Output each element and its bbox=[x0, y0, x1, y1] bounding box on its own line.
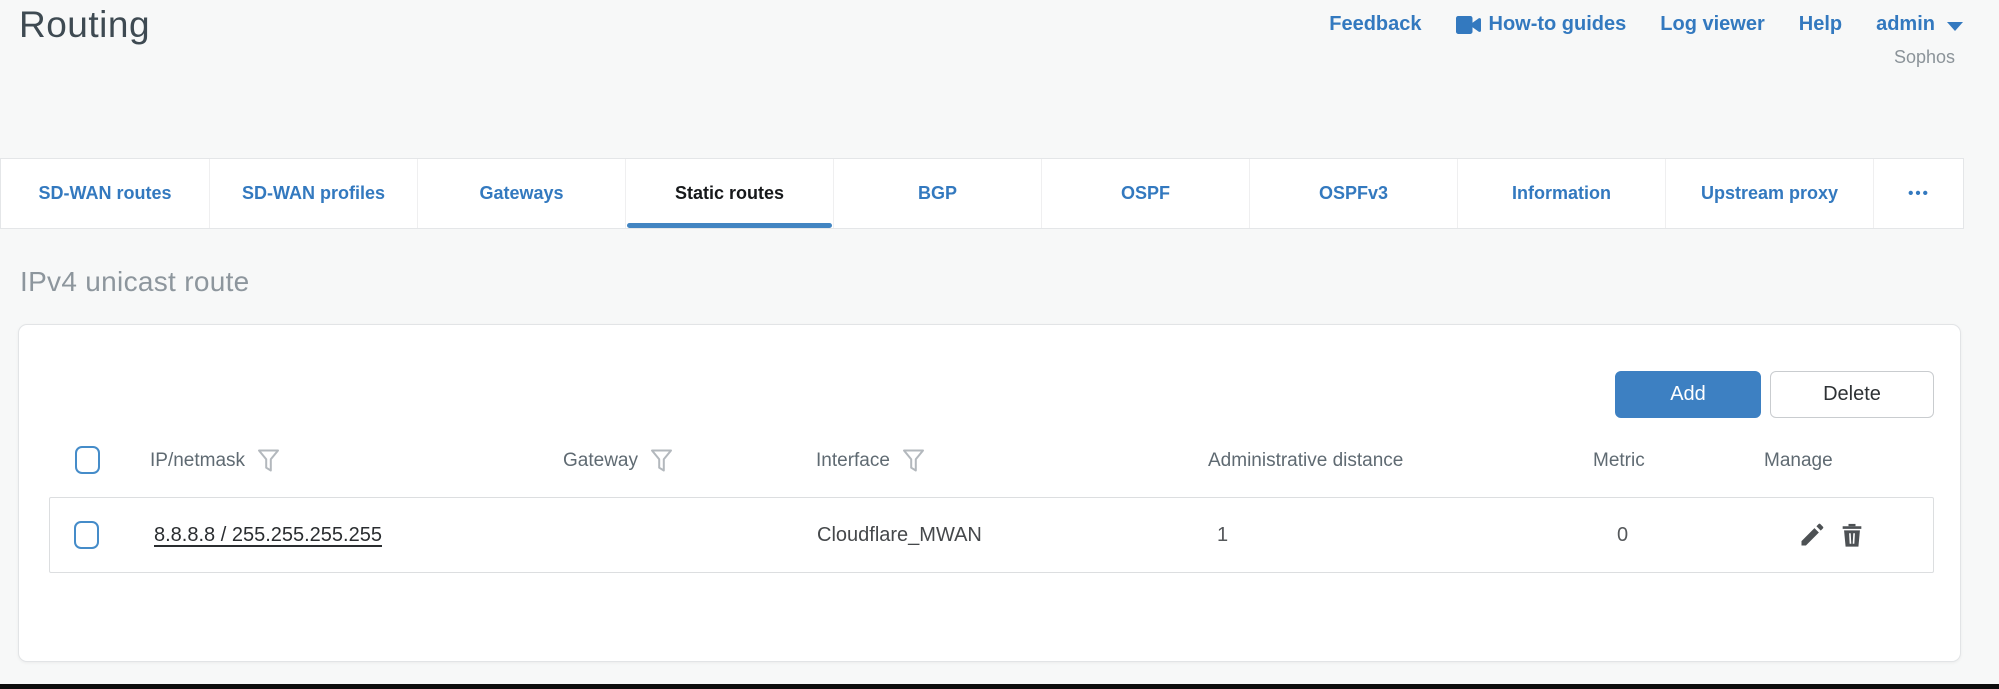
cell-metric: 0 bbox=[1617, 498, 1628, 572]
edit-icon[interactable] bbox=[1798, 521, 1826, 549]
column-label: Gateway bbox=[563, 450, 638, 472]
cell-interface: Cloudflare_MWAN bbox=[817, 498, 982, 572]
filter-icon[interactable] bbox=[257, 448, 280, 474]
ip-netmask-link[interactable]: 8.8.8.8 / 255.255.255.255 bbox=[154, 524, 382, 547]
table-header: IP/netmask Gateway Interface Administrat… bbox=[19, 437, 1960, 485]
tab-information[interactable]: Information bbox=[1457, 159, 1665, 228]
column-header-manage: Manage bbox=[1764, 437, 1833, 485]
howto-guides-link[interactable]: How-to guides bbox=[1456, 13, 1627, 36]
cell-manage bbox=[1798, 498, 1866, 572]
delete-button[interactable]: Delete bbox=[1770, 371, 1934, 418]
user-menu-label: admin bbox=[1876, 13, 1935, 36]
add-button[interactable]: Add bbox=[1615, 371, 1761, 418]
window-bottom-edge bbox=[0, 684, 1999, 689]
column-label: Metric bbox=[1593, 450, 1645, 472]
top-navigation: Feedback How-to guides Log viewer Help a… bbox=[1329, 13, 1963, 36]
more-tabs-icon[interactable]: ••• bbox=[1873, 159, 1964, 228]
howto-guides-label: How-to guides bbox=[1489, 13, 1627, 36]
ipv4-unicast-route-panel: Add Delete IP/netmask Gateway Interface … bbox=[18, 324, 1961, 662]
tab-ospf[interactable]: OSPF bbox=[1041, 159, 1249, 228]
filter-icon[interactable] bbox=[902, 448, 925, 474]
column-label: IP/netmask bbox=[150, 450, 245, 472]
tab-sd-wan-routes[interactable]: SD-WAN routes bbox=[1, 159, 209, 228]
section-heading: IPv4 unicast route bbox=[20, 266, 250, 298]
column-header-metric: Metric bbox=[1593, 437, 1645, 485]
chevron-down-icon bbox=[1947, 22, 1963, 31]
user-menu[interactable]: admin bbox=[1876, 13, 1963, 36]
feedback-link[interactable]: Feedback bbox=[1329, 13, 1421, 36]
cell-ip-netmask: 8.8.8.8 / 255.255.255.255 bbox=[154, 498, 382, 572]
tab-gateways[interactable]: Gateways bbox=[417, 159, 625, 228]
log-viewer-link[interactable]: Log viewer bbox=[1660, 13, 1764, 36]
tab-bgp[interactable]: BGP bbox=[833, 159, 1041, 228]
column-header-interface: Interface bbox=[816, 437, 925, 485]
tab-sd-wan-profiles[interactable]: SD-WAN profiles bbox=[209, 159, 417, 228]
tab-upstream-proxy[interactable]: Upstream proxy bbox=[1665, 159, 1873, 228]
trash-icon[interactable] bbox=[1838, 521, 1866, 549]
help-link[interactable]: Help bbox=[1799, 13, 1842, 36]
column-label: Interface bbox=[816, 450, 890, 472]
video-camera-icon bbox=[1456, 16, 1481, 34]
routing-tabbar: SD-WAN routes SD-WAN profiles Gateways S… bbox=[0, 158, 1964, 229]
column-label: Administrative distance bbox=[1208, 450, 1403, 472]
column-label: Manage bbox=[1764, 450, 1833, 472]
filter-icon[interactable] bbox=[650, 448, 673, 474]
table-row: 8.8.8.8 / 255.255.255.255 Cloudflare_MWA… bbox=[49, 497, 1934, 573]
select-all-checkbox[interactable] bbox=[75, 446, 100, 474]
column-header-gateway: Gateway bbox=[563, 437, 673, 485]
tab-static-routes[interactable]: Static routes bbox=[625, 159, 833, 228]
tab-ospfv3[interactable]: OSPFv3 bbox=[1249, 159, 1457, 228]
brand-label: Sophos bbox=[1894, 47, 1955, 68]
page-title: Routing bbox=[19, 4, 150, 46]
column-header-ip-netmask: IP/netmask bbox=[150, 437, 280, 485]
column-header-administrative-distance: Administrative distance bbox=[1208, 437, 1403, 485]
row-checkbox[interactable] bbox=[74, 521, 99, 549]
cell-administrative-distance: 1 bbox=[1217, 498, 1228, 572]
